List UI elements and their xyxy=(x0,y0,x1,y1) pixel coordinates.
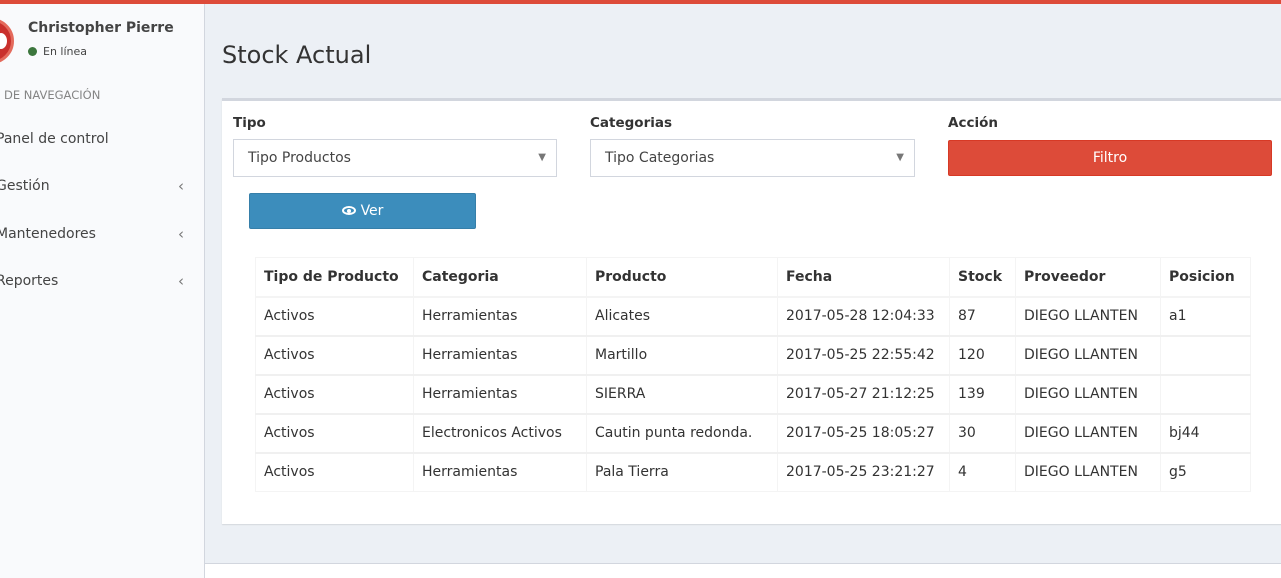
table-cell: Cautin punta redonda. xyxy=(586,413,778,453)
table-cell: Alicates xyxy=(586,296,778,336)
table-cell: Activos xyxy=(255,335,414,375)
categorias-select[interactable]: Tipo Categorias ▼ xyxy=(590,139,915,177)
sidebar-item-reportes[interactable]: Reportes ‹ xyxy=(0,263,196,299)
table-cell: DIEGO LLANTEN xyxy=(1015,296,1161,336)
table-cell: Activos xyxy=(255,452,414,492)
table-cell: Activos xyxy=(255,413,414,453)
table-cell: Activos xyxy=(255,374,414,414)
table-cell: Herramientas xyxy=(413,296,587,336)
table-row: Activos Herramientas Martillo 2017-05-25… xyxy=(255,335,1251,375)
table-row: Activos Herramientas SIERRA 2017-05-27 2… xyxy=(255,374,1251,414)
table-cell: Martillo xyxy=(586,335,778,375)
table-cell: DIEGO LLANTEN xyxy=(1015,452,1161,492)
column-header[interactable]: Categoria xyxy=(413,257,587,298)
categorias-select-value: Tipo Categorias xyxy=(605,150,715,166)
tipo-select[interactable]: Tipo Productos ▼ xyxy=(233,139,557,177)
tipo-label: Tipo xyxy=(233,115,266,131)
user-name: Christopher Pierre xyxy=(28,20,174,36)
table-cell xyxy=(1160,335,1251,375)
sidebar-item-label: Reportes xyxy=(0,273,59,289)
user-panel: Christopher Pierre En línea xyxy=(0,4,205,74)
user-status-label: En línea xyxy=(43,45,88,58)
table-cell: 2017-05-28 12:04:33 xyxy=(777,296,950,336)
categorias-label: Categorias xyxy=(590,115,672,131)
sidebar-item-panel-de-control[interactable]: Panel de control xyxy=(0,121,196,157)
table-cell: 2017-05-25 18:05:27 xyxy=(777,413,950,453)
table-cell: DIEGO LLANTEN xyxy=(1015,413,1161,453)
nav-header: DE NAVEGACIÓN xyxy=(4,88,101,102)
table-cell: bj44 xyxy=(1160,413,1251,453)
table-cell: Herramientas xyxy=(413,335,587,375)
sidebar-item-gestion[interactable]: Gestión ‹ xyxy=(0,168,196,204)
table-cell: Herramientas xyxy=(413,452,587,492)
table-cell: 2017-05-27 21:12:25 xyxy=(777,374,950,414)
chevron-left-icon: ‹ xyxy=(178,272,184,290)
table-cell: 120 xyxy=(949,335,1016,375)
column-header[interactable]: Proveedor xyxy=(1015,257,1161,298)
table-row: Activos Herramientas Pala Tierra 2017-05… xyxy=(255,452,1251,492)
chevron-left-icon: ‹ xyxy=(178,225,184,243)
sidebar-item-label: Gestión xyxy=(0,178,50,194)
column-header[interactable]: Posicion xyxy=(1160,257,1251,298)
tipo-select-value: Tipo Productos xyxy=(248,150,351,166)
avatar[interactable] xyxy=(0,18,14,64)
sidebar-item-mantenedores[interactable]: Mantenedores ‹ xyxy=(0,216,196,252)
stock-table: Tipo de Producto Categoria Producto Fech… xyxy=(255,257,1251,492)
table-cell: 87 xyxy=(949,296,1016,336)
table-cell: 30 xyxy=(949,413,1016,453)
filtro-button-label: Filtro xyxy=(1092,150,1128,166)
sidebar: Christopher Pierre En línea DE NAVEGACIÓ… xyxy=(0,4,205,578)
filtro-button[interactable]: Filtro xyxy=(948,140,1272,176)
ver-button-label: Ver xyxy=(360,203,384,219)
sidebar-item-label: Panel de control xyxy=(0,131,109,147)
sidebar-item-label: Mantenedores xyxy=(0,226,96,242)
column-header[interactable]: Producto xyxy=(586,257,778,298)
table-cell: DIEGO LLANTEN xyxy=(1015,374,1161,414)
user-status[interactable]: En línea xyxy=(28,45,87,58)
caret-down-icon: ▼ xyxy=(538,152,546,163)
column-header[interactable]: Tipo de Producto xyxy=(255,257,414,298)
page-title: Stock Actual xyxy=(222,41,372,69)
table-cell: SIERRA xyxy=(586,374,778,414)
eye-icon xyxy=(341,206,356,215)
chevron-left-icon: ‹ xyxy=(178,177,184,195)
caret-down-icon: ▼ xyxy=(896,152,904,163)
ver-button[interactable]: Ver xyxy=(249,193,476,229)
table-cell: a1 xyxy=(1160,296,1251,336)
table-cell: 4 xyxy=(949,452,1016,492)
table-cell: 139 xyxy=(949,374,1016,414)
table-header-row: Tipo de Producto Categoria Producto Fech… xyxy=(255,257,1251,298)
table-cell: Pala Tierra xyxy=(586,452,778,492)
column-header[interactable]: Fecha xyxy=(777,257,950,298)
table-cell: g5 xyxy=(1160,452,1251,492)
column-header[interactable]: Stock xyxy=(949,257,1016,298)
table-cell: DIEGO LLANTEN xyxy=(1015,335,1161,375)
table-cell: 2017-05-25 23:21:27 xyxy=(777,452,950,492)
table-cell: Electronicos Activos xyxy=(413,413,587,453)
table-cell xyxy=(1160,374,1251,414)
accion-label: Acción xyxy=(948,115,998,131)
table-row: Activos Herramientas Alicates 2017-05-28… xyxy=(255,296,1251,336)
footer xyxy=(205,564,1281,578)
online-status-icon xyxy=(28,47,37,56)
table-cell: Herramientas xyxy=(413,374,587,414)
table-cell: Activos xyxy=(255,296,414,336)
table-row: Activos Electronicos Activos Cautin punt… xyxy=(255,413,1251,453)
table-cell: 2017-05-25 22:55:42 xyxy=(777,335,950,375)
